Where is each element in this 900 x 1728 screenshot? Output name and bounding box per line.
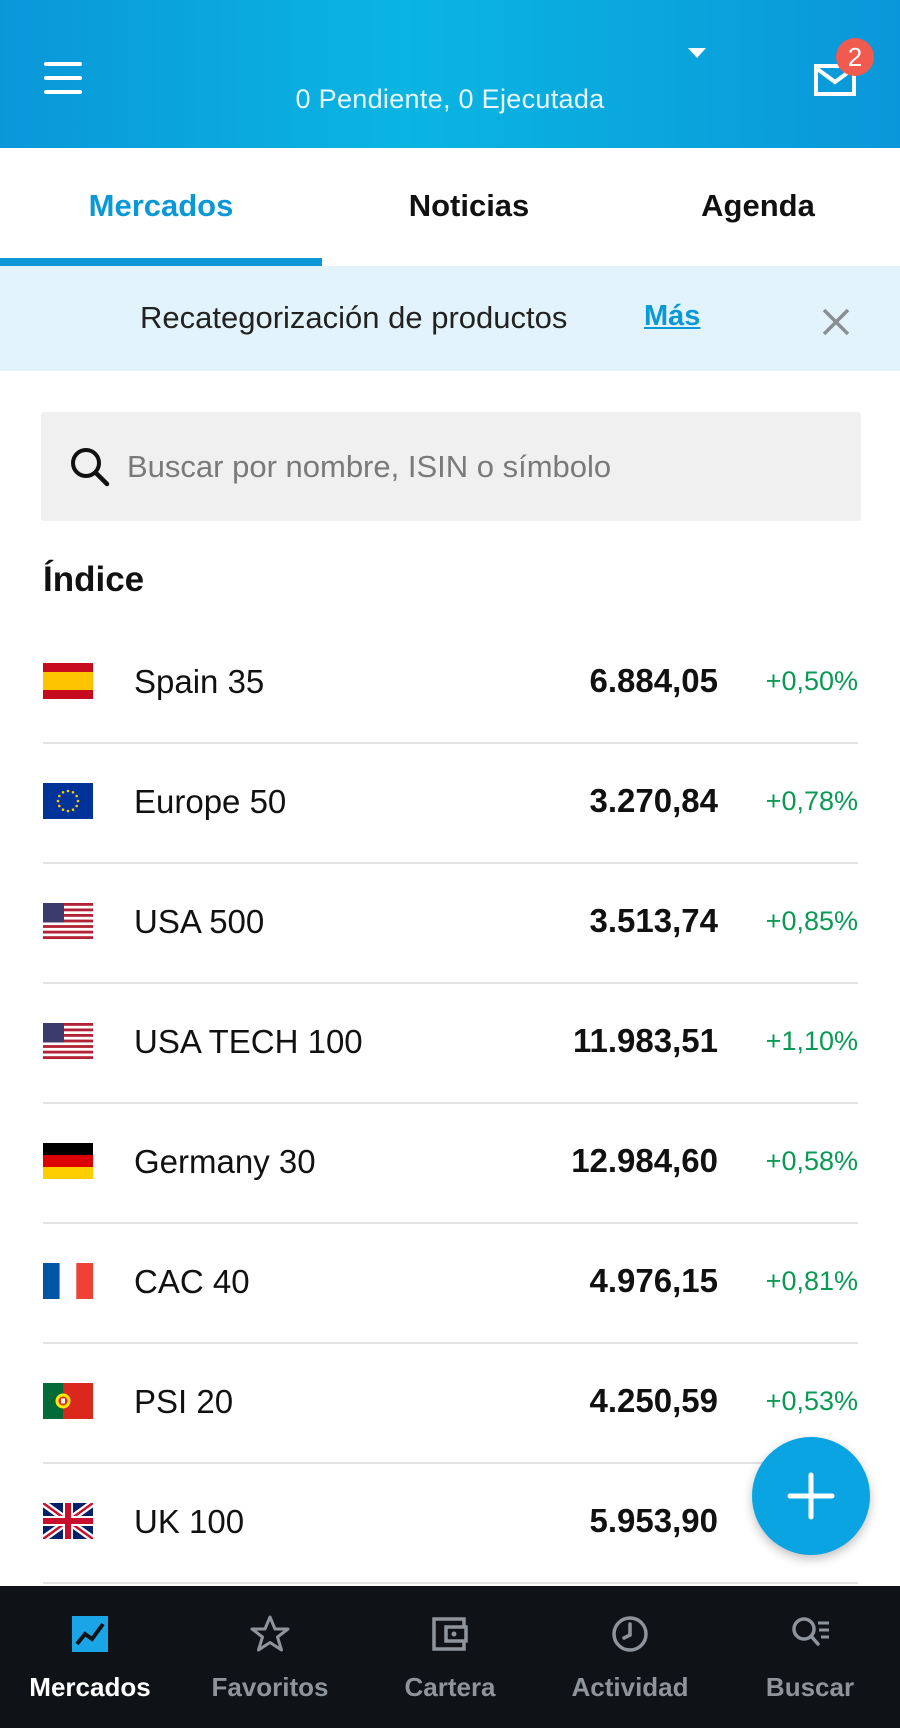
nav-label: Buscar: [765, 1672, 855, 1702]
index-name: Europe 50: [134, 783, 287, 820]
index-price: 11.983,51: [573, 1022, 718, 1059]
index-change: +0,58%: [765, 1146, 858, 1176]
eu-flag-icon: [43, 783, 93, 819]
bottom-navigation: Mercados Favoritos Cartera Actividad Bus…: [0, 1586, 900, 1728]
nav-label: Actividad: [571, 1672, 689, 1702]
index-price: 5.953,90: [589, 1502, 718, 1539]
row-divider: [43, 1582, 858, 1584]
search-list-icon: [792, 1617, 829, 1646]
nav-cartera[interactable]: Cartera: [360, 1586, 540, 1728]
index-name: USA TECH 100: [134, 1023, 363, 1060]
banner-text: Recategorización de productos: [140, 300, 568, 335]
index-price: 6.884,05: [589, 662, 718, 699]
index-change: +0,78%: [765, 786, 858, 816]
nav-mercados[interactable]: Mercados: [0, 1586, 180, 1728]
star-icon: [250, 1615, 290, 1652]
index-price: 4.250,59: [589, 1382, 718, 1419]
index-change: +0,81%: [765, 1266, 858, 1296]
plus-icon: [787, 1472, 835, 1520]
chart-icon: [72, 1616, 108, 1652]
nav-actividad[interactable]: Actividad: [540, 1586, 720, 1728]
index-name: Spain 35: [134, 663, 265, 700]
notification-badge: 2: [836, 38, 874, 76]
index-row-germany-30[interactable]: Germany 30 12.984,60 +0,58%: [0, 1104, 900, 1224]
index-name: CAC 40: [134, 1263, 250, 1300]
portugal-flag-icon: [43, 1383, 93, 1419]
add-button[interactable]: [752, 1437, 870, 1555]
top-tabs: Mercados Noticias Agenda: [0, 148, 900, 266]
index-row-spain-35[interactable]: Spain 35 6.884,05 +0,50%: [0, 624, 900, 744]
germany-flag-icon: [43, 1143, 93, 1179]
nav-label: Mercados: [29, 1672, 151, 1702]
nav-buscar[interactable]: Buscar: [720, 1586, 900, 1728]
close-icon: [822, 308, 850, 336]
nav-favoritos[interactable]: Favoritos: [180, 1586, 360, 1728]
menu-icon-bar: [44, 76, 82, 80]
tab-noticias[interactable]: Noticias: [322, 188, 616, 224]
section-title: Índice: [43, 560, 145, 599]
info-banner: Recategorización de productos Más: [0, 266, 900, 371]
index-change: +0,50%: [765, 666, 858, 696]
index-row-usa-tech-100[interactable]: USA TECH 100 11.983,51 +1,10%: [0, 984, 900, 1104]
index-row-cac-40[interactable]: CAC 40 4.976,15 +0,81%: [0, 1224, 900, 1344]
uk-flag-icon: [43, 1503, 93, 1539]
index-name: USA 500: [134, 903, 265, 940]
menu-icon-bar: [44, 62, 82, 66]
index-change: +0,85%: [765, 906, 858, 936]
search-input[interactable]: [125, 412, 845, 521]
active-tab-indicator: [0, 258, 322, 266]
index-row-europe-50[interactable]: Europe 50 3.270,84 +0,78%: [0, 744, 900, 864]
usa-flag-icon: [43, 1023, 93, 1059]
tab-mercados[interactable]: Mercados: [0, 188, 322, 224]
nav-label: Favoritos: [211, 1672, 329, 1702]
clock-icon: [612, 1616, 648, 1652]
close-banner-button[interactable]: [816, 302, 856, 342]
usa-flag-icon: [43, 903, 93, 939]
france-flag-icon: [43, 1263, 93, 1299]
index-price: 12.984,60: [571, 1142, 718, 1179]
banner-more-link[interactable]: Más: [644, 300, 700, 333]
index-change: +1,10%: [765, 1026, 858, 1056]
wallet-icon: [432, 1617, 468, 1651]
index-price: 3.513,74: [589, 902, 718, 939]
tab-agenda[interactable]: Agenda: [616, 188, 900, 224]
index-change: +0,53%: [765, 1386, 858, 1416]
spain-flag-icon: [43, 663, 93, 699]
search-bar[interactable]: [41, 412, 861, 521]
index-name: UK 100: [134, 1503, 245, 1540]
index-name: PSI 20: [134, 1383, 234, 1420]
app-header: 0 Pendiente, 0 Ejecutada 2: [0, 0, 900, 148]
nav-label: Cartera: [404, 1672, 496, 1702]
index-row-usa-500[interactable]: USA 500 3.513,74 +0,85%: [0, 864, 900, 984]
search-icon: [71, 448, 110, 487]
order-status[interactable]: 0 Pendiente, 0 Ejecutada: [0, 84, 900, 115]
index-name: Germany 30: [134, 1143, 316, 1180]
index-price: 3.270,84: [589, 782, 718, 819]
index-price: 4.976,15: [589, 1262, 718, 1299]
chevron-down-icon[interactable]: [688, 48, 706, 58]
